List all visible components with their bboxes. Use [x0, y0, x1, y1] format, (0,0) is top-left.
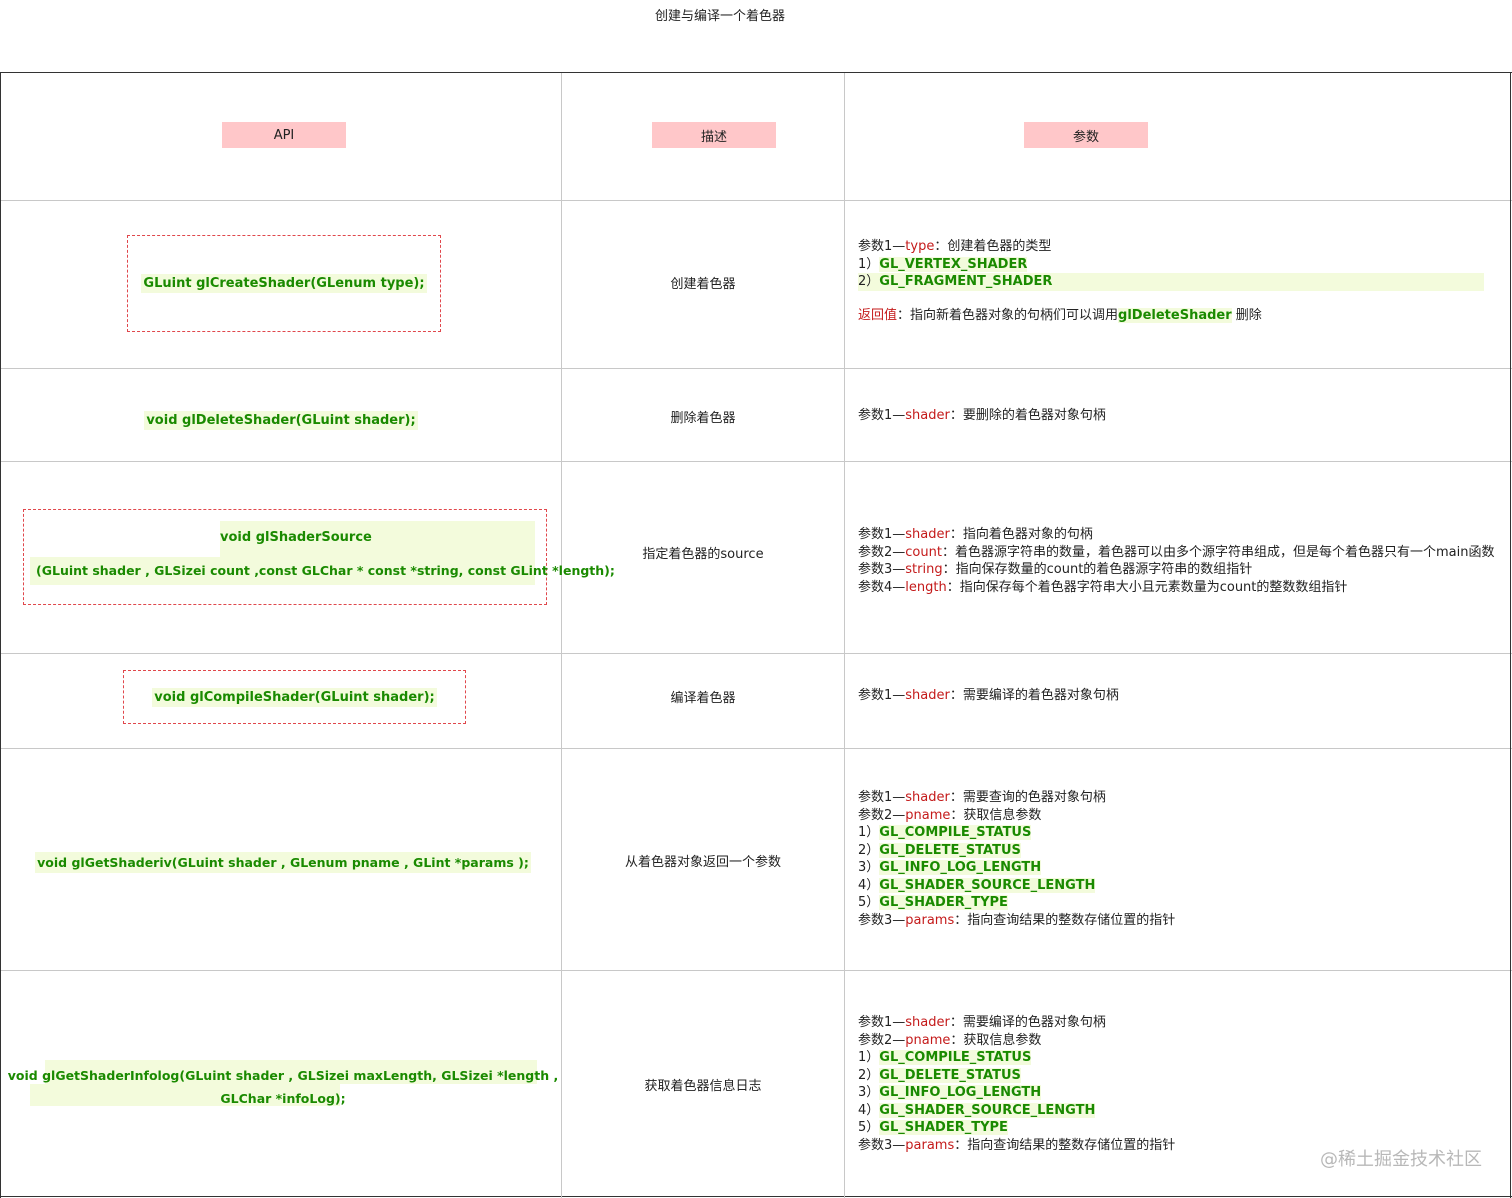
page-title: 创建与编译一个着色器	[654, 9, 785, 24]
table-right-border	[1510, 73, 1511, 1198]
header-api: API	[222, 122, 346, 148]
api-signature: GLuint glCreateShader(GLenum type);	[141, 274, 427, 293]
api-signature: void glCompileShader(GLuint shader);	[152, 687, 437, 707]
api-cell: void glGetShaderiv(GLuint shader , GLenu…	[0, 842, 566, 882]
params-block: 参数1—shader：要删除的着色器对象句柄	[858, 408, 1106, 423]
api-signature: void glGetShaderiv(GLuint shader , GLenu…	[35, 851, 531, 873]
api-signature-line2: GLChar *infoLog);	[220, 1091, 346, 1106]
row-divider	[0, 970, 1512, 971]
params-block: 参数1—shader：需要编译的着色器对象句柄	[858, 688, 1119, 703]
params-block: 参数1—shader：需要查询的色器对象句柄 参数2—pname：获取信息参数 …	[858, 790, 1176, 928]
desc-text: 编译着色器	[670, 691, 736, 706]
desc-text: 获取着色器信息日志	[644, 1079, 762, 1094]
table-left-border	[0, 73, 1, 1198]
desc-text: 从着色器对象返回一个参数	[624, 855, 781, 870]
watermark: @稀土掘金技术社区	[1320, 1149, 1482, 1170]
params-block: 参数1—type：创建着色器的类型 1）GL_VERTEX_SHADER 2）G…	[858, 238, 1484, 324]
table-top-border	[0, 72, 1512, 73]
row-divider	[0, 653, 1512, 654]
desc-text: 创建着色器	[670, 277, 736, 292]
header-desc: 描述	[652, 122, 776, 148]
params-block: 参数1—shader：指向着色器对象的句柄 参数2—count：着色器源字符串的…	[858, 527, 1495, 595]
row-divider	[0, 200, 1512, 201]
api-signature-line1: void glShaderSource	[220, 530, 372, 545]
api-signature-line2: (GLuint shader , GLSizei count ,const GL…	[36, 563, 615, 578]
column-divider	[844, 73, 845, 1198]
api-signature-line1: void glGetShaderInfolog(GLuint shader , …	[7, 1068, 559, 1083]
api-cell: GLuint glCreateShader(GLenum type);	[127, 235, 441, 332]
table-bottom-border	[0, 1196, 1512, 1197]
row-divider	[0, 748, 1512, 749]
header-params: 参数	[1024, 122, 1148, 148]
row-divider	[0, 461, 1512, 462]
desc-text: 删除着色器	[670, 411, 736, 426]
api-cell: void glDeleteShader(GLuint shader);	[0, 400, 562, 440]
params-block: 参数1—shader：需要编译的色器对象句柄 参数2—pname：获取信息参数 …	[858, 1015, 1176, 1153]
column-divider	[561, 73, 562, 1198]
api-cell: void glCompileShader(GLuint shader);	[123, 670, 466, 724]
desc-text: 指定着色器的source	[642, 547, 764, 562]
row-divider	[0, 368, 1512, 369]
api-signature: void glDeleteShader(GLuint shader);	[144, 410, 418, 430]
